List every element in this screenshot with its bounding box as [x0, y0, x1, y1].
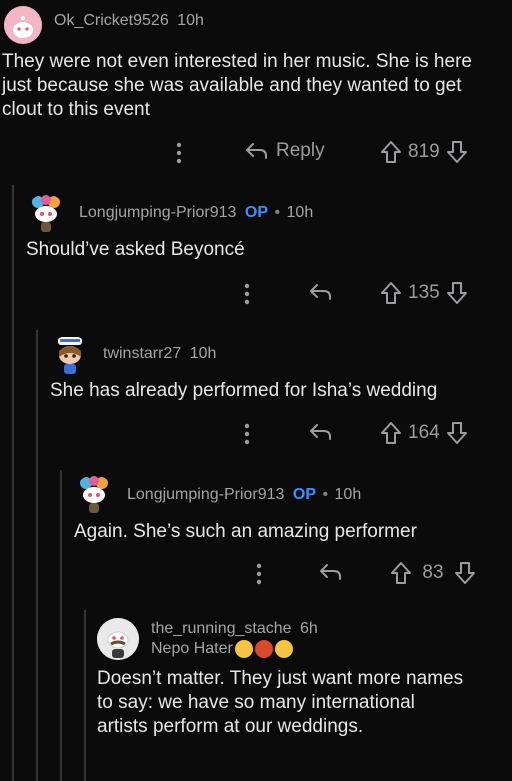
reply-arrow-icon: [310, 424, 331, 440]
vote-count: 135: [408, 282, 440, 303]
reply-button[interactable]: [308, 282, 332, 302]
vote-count: 819: [408, 141, 440, 162]
comment-body: They were not even interested in her mus…: [2, 51, 472, 120]
snoo-avatar-icon: [4, 6, 42, 44]
reply-button[interactable]: [318, 562, 342, 582]
username[interactable]: Longjumping-Prior913: [79, 204, 236, 221]
avatar[interactable]: [4, 6, 42, 44]
vote-controls: 83: [390, 561, 476, 585]
timestamp: 10h: [334, 486, 362, 503]
reply-label: Reply: [276, 140, 325, 161]
reply-arrow-icon: [320, 564, 341, 580]
more-options-icon[interactable]: [176, 142, 182, 164]
timestamp: 10h: [189, 345, 217, 362]
op-badge: OP: [292, 486, 317, 503]
avatar[interactable]: [97, 618, 139, 660]
comment-author[interactable]: Longjumping-Prior913 OP • 10h: [79, 204, 313, 222]
avatar[interactable]: [26, 194, 66, 234]
username[interactable]: Longjumping-Prior913: [127, 486, 284, 503]
comment-author[interactable]: Ok_Cricket9526 10h: [54, 12, 204, 30]
more-options-icon[interactable]: [256, 563, 262, 585]
upvote-arrow-icon[interactable]: [380, 140, 402, 164]
separator: •: [322, 486, 329, 503]
separator: •: [274, 204, 281, 221]
username[interactable]: the_running_stache: [151, 620, 292, 637]
downvote-arrow-icon[interactable]: [454, 561, 476, 585]
vote-count: 164: [408, 422, 440, 443]
timestamp: 10h: [177, 12, 204, 29]
reply-button[interactable]: Reply: [244, 140, 325, 162]
steam-face-emoji-icon: [234, 640, 253, 658]
op-badge: OP: [244, 204, 269, 221]
vote-controls: 164: [380, 421, 468, 445]
vote-controls: 135: [380, 281, 468, 305]
snoo-avatar-icon: [97, 618, 139, 660]
timestamp: 10h: [286, 204, 314, 221]
downvote-arrow-icon[interactable]: [446, 421, 468, 445]
more-options-icon[interactable]: [244, 423, 250, 445]
comment-body: Should’ve asked Beyoncé: [26, 239, 245, 260]
comment-body: She has already performed for Isha’s wed…: [50, 380, 438, 401]
vote-count: 83: [422, 562, 444, 583]
avatar[interactable]: [74, 475, 114, 515]
cursing-face-emoji-icon: [254, 640, 273, 658]
confounded-face-emoji-icon: [274, 640, 293, 658]
comment-body: Again. She’s such an amazing performer: [74, 521, 417, 542]
avatar[interactable]: [50, 335, 90, 375]
comment-body: Doesn’t matter. They just want more name…: [97, 668, 464, 737]
comment-author[interactable]: the_running_stache 6h: [151, 620, 318, 638]
snoo-avatar-icon: [80, 476, 108, 513]
more-options-icon[interactable]: [244, 283, 250, 305]
flair-text: Nepo Hater: [151, 640, 233, 657]
snoo-avatar-icon: [32, 195, 60, 232]
timestamp: 6h: [300, 620, 318, 637]
upvote-arrow-icon[interactable]: [390, 561, 412, 585]
thread-line-4: [84, 610, 86, 781]
reply-button[interactable]: [308, 422, 332, 442]
upvote-arrow-icon[interactable]: [380, 421, 402, 445]
user-flair: Nepo Hater: [151, 640, 293, 658]
comment-author[interactable]: twinstarr27 10h: [103, 345, 216, 363]
upvote-arrow-icon[interactable]: [380, 281, 402, 305]
comment-author[interactable]: Longjumping-Prior913 OP • 10h: [127, 486, 361, 504]
snoo-avatar-icon: [58, 337, 82, 374]
thread-line-2: [36, 330, 38, 781]
reply-arrow-icon: [246, 143, 267, 159]
downvote-arrow-icon[interactable]: [446, 281, 468, 305]
username[interactable]: twinstarr27: [103, 345, 181, 362]
downvote-arrow-icon[interactable]: [446, 140, 468, 164]
vote-controls: 819: [380, 140, 468, 164]
username[interactable]: Ok_Cricket9526: [54, 12, 169, 29]
reply-arrow-icon: [310, 284, 331, 300]
thread-line-1: [12, 185, 14, 781]
thread-line-3: [60, 470, 62, 781]
